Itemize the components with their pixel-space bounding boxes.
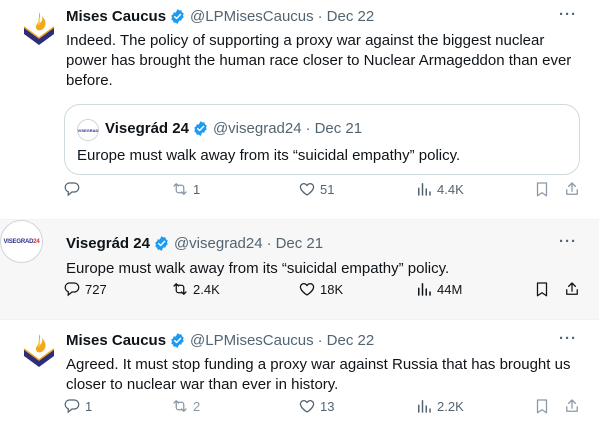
share-icon bbox=[563, 180, 581, 198]
tweet-text: Europe must walk away from its “suicidal… bbox=[66, 260, 450, 277]
retweet-icon bbox=[171, 180, 189, 198]
views-icon bbox=[415, 397, 433, 415]
views-icon bbox=[415, 180, 433, 198]
reply-button[interactable] bbox=[63, 180, 85, 198]
views-button[interactable]: 4.4K bbox=[415, 180, 464, 198]
tweet-mises-caucus-1[interactable]: Mises Caucus @LPMisesCaucus · Dec 22 ···… bbox=[0, 0, 599, 219]
retweet-button[interactable]: 2 bbox=[171, 397, 200, 415]
more-options-icon[interactable]: ··· bbox=[559, 330, 577, 347]
like-button[interactable]: 13 bbox=[298, 397, 334, 415]
share-icon bbox=[563, 280, 581, 298]
avatar-lettering-main: VISEGRAD bbox=[3, 238, 34, 245]
visegrad-avatar-lettering: VISEGRAD24 bbox=[3, 239, 39, 245]
mises-caucus-avatar[interactable] bbox=[19, 332, 59, 372]
retweet-icon bbox=[171, 397, 189, 415]
tweet-visegrad-24[interactable]: VISEGRAD24 Visegrád 24 @visegrad24 · Dec… bbox=[0, 219, 599, 320]
retweet-button[interactable]: 1 bbox=[171, 180, 200, 198]
bookmark-icon bbox=[533, 397, 551, 415]
mises-caucus-avatar[interactable] bbox=[19, 10, 59, 50]
like-button[interactable]: 51 bbox=[298, 180, 334, 198]
reply-button[interactable]: 727 bbox=[63, 280, 107, 298]
bookmark-button[interactable] bbox=[533, 180, 551, 198]
separator-dot: · bbox=[317, 332, 323, 349]
quoted-tweet-date: Dec 21 bbox=[314, 120, 363, 137]
visegrad-avatar[interactable]: VISEGRAD24 bbox=[0, 220, 43, 263]
tweet-text: Indeed. The policy of supporting a proxy… bbox=[66, 32, 572, 89]
tweet-date[interactable]: Dec 22 bbox=[327, 8, 375, 25]
like-count: 13 bbox=[320, 398, 335, 414]
avatar-lettering-number: 24 bbox=[33, 238, 40, 245]
visegrad-avatar-lettering: VISEGRAD bbox=[77, 127, 99, 133]
author-name[interactable]: Mises Caucus bbox=[66, 332, 166, 349]
quoted-tweet[interactable]: VISEGRAD Visegrád 24 @visegrad24 · Dec 2… bbox=[64, 104, 580, 175]
quoted-author-name: Visegrád 24 bbox=[105, 120, 189, 137]
more-options-icon[interactable]: ··· bbox=[559, 6, 577, 23]
retweet-count: 1 bbox=[193, 181, 201, 197]
verified-badge-icon bbox=[169, 8, 186, 25]
reply-count: 727 bbox=[85, 281, 107, 297]
retweet-count: 2 bbox=[193, 398, 201, 414]
tweet-date[interactable]: Dec 21 bbox=[276, 235, 324, 252]
verified-badge-icon bbox=[169, 332, 186, 349]
visegrad-avatar: VISEGRAD bbox=[77, 119, 99, 141]
views-button[interactable]: 44M bbox=[415, 280, 462, 298]
author-handle[interactable]: @visegrad24 bbox=[174, 235, 263, 252]
separator-dot: · bbox=[305, 120, 311, 137]
reply-icon bbox=[63, 280, 81, 298]
quoted-author-handle: @visegrad24 bbox=[212, 120, 302, 137]
heart-icon bbox=[298, 397, 316, 415]
heart-icon bbox=[298, 180, 316, 198]
tweet-header: Mises Caucus @LPMisesCaucus · Dec 22 bbox=[66, 332, 374, 349]
like-count: 18K bbox=[320, 281, 344, 297]
retweet-button[interactable]: 2.4K bbox=[171, 280, 220, 298]
separator-dot: · bbox=[317, 8, 323, 25]
verified-badge-icon bbox=[192, 120, 209, 137]
bookmark-icon bbox=[533, 180, 551, 198]
reply-icon bbox=[63, 180, 81, 198]
bookmark-icon bbox=[533, 280, 551, 298]
like-button[interactable]: 18K bbox=[298, 280, 343, 298]
quoted-tweet-text: Europe must walk away from its “suicidal… bbox=[77, 147, 461, 164]
quoted-tweet-header: Visegrád 24 @visegrad24 · Dec 21 bbox=[105, 120, 362, 137]
reply-icon bbox=[63, 397, 81, 415]
tweet-date[interactable]: Dec 22 bbox=[327, 332, 375, 349]
retweet-count: 2.4K bbox=[193, 281, 220, 297]
author-name[interactable]: Visegrád 24 bbox=[66, 235, 150, 252]
tweet-text: Agreed. It must stop funding a proxy war… bbox=[66, 356, 571, 393]
heart-icon bbox=[298, 280, 316, 298]
tweet-mises-caucus-2[interactable]: Mises Caucus @LPMisesCaucus · Dec 22 ···… bbox=[0, 320, 599, 438]
share-button[interactable] bbox=[563, 280, 581, 298]
reply-button[interactable]: 1 bbox=[63, 397, 92, 415]
author-handle[interactable]: @LPMisesCaucus bbox=[190, 8, 314, 25]
retweet-icon bbox=[171, 280, 189, 298]
verified-badge-icon bbox=[153, 235, 170, 252]
tweet-header: Visegrád 24 @visegrad24 · Dec 21 bbox=[66, 235, 323, 252]
separator-dot: · bbox=[266, 235, 272, 252]
author-name[interactable]: Mises Caucus bbox=[66, 8, 166, 25]
tweet-header: Mises Caucus @LPMisesCaucus · Dec 22 bbox=[66, 8, 374, 25]
share-icon bbox=[563, 397, 581, 415]
view-count: 44M bbox=[437, 281, 463, 297]
author-handle[interactable]: @LPMisesCaucus bbox=[190, 332, 314, 349]
share-button[interactable] bbox=[563, 180, 581, 198]
view-count: 2.2K bbox=[437, 398, 464, 414]
like-count: 51 bbox=[320, 181, 335, 197]
bookmark-button[interactable] bbox=[533, 280, 551, 298]
views-icon bbox=[415, 280, 433, 298]
view-count: 4.4K bbox=[437, 181, 464, 197]
bookmark-button[interactable] bbox=[533, 397, 551, 415]
views-button[interactable]: 2.2K bbox=[415, 397, 464, 415]
reply-count: 1 bbox=[85, 398, 93, 414]
more-options-icon[interactable]: ··· bbox=[559, 233, 577, 250]
share-button[interactable] bbox=[563, 397, 581, 415]
